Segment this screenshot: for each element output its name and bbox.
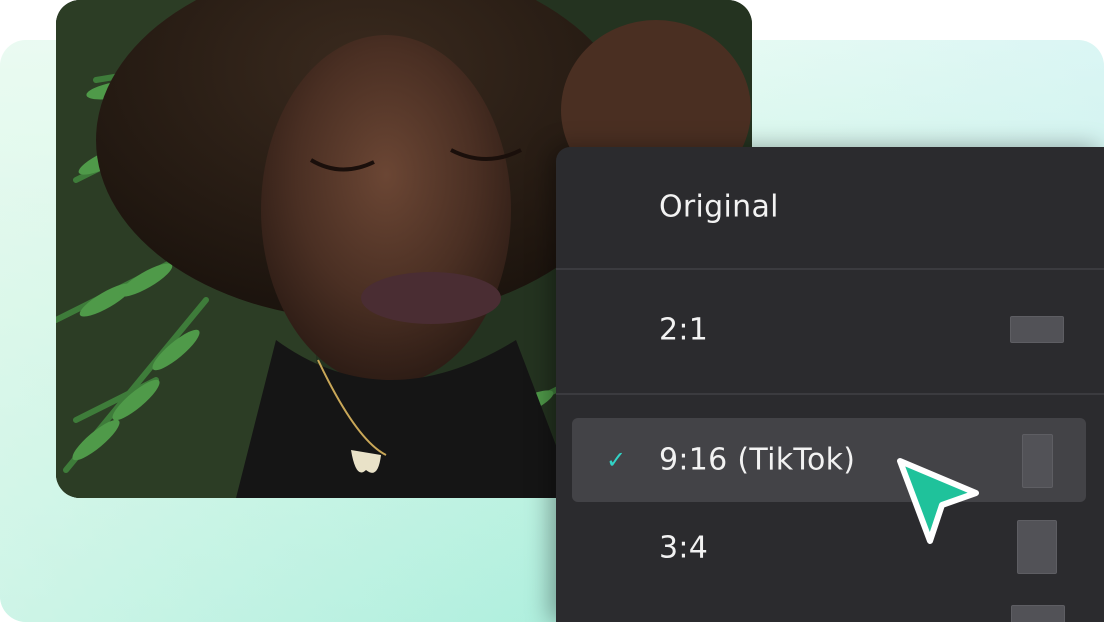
menu-item-label: 2:1 (659, 312, 709, 348)
menu-item-label: 9:16 (TikTok) (659, 442, 856, 478)
ratio-3-4-icon (1017, 520, 1057, 574)
pointer-cursor-icon (897, 458, 979, 544)
menu-divider (556, 393, 1104, 395)
menu-divider (556, 268, 1104, 270)
menu-item-2-1[interactable]: 2:1 (572, 288, 1086, 372)
menu-item-label: Original (659, 189, 779, 225)
menu-item-original[interactable]: Original (572, 165, 1086, 249)
aspect-ratio-menu: Original 2:1 ✓ 9:16 (TikTok) 3:4 (556, 147, 1104, 622)
menu-item-label: 3:4 (659, 530, 709, 566)
ratio-partial-icon (1011, 605, 1065, 622)
ratio-2-1-icon (1010, 316, 1064, 343)
check-icon: ✓ (606, 446, 627, 474)
menu-item-3-4[interactable]: 3:4 (572, 506, 1086, 590)
aspect-ratio-demo: Original 2:1 ✓ 9:16 (TikTok) 3:4 (0, 0, 1104, 622)
menu-item-9-16-tiktok[interactable]: ✓ 9:16 (TikTok) (572, 418, 1086, 502)
ratio-9-16-icon (1022, 434, 1053, 488)
